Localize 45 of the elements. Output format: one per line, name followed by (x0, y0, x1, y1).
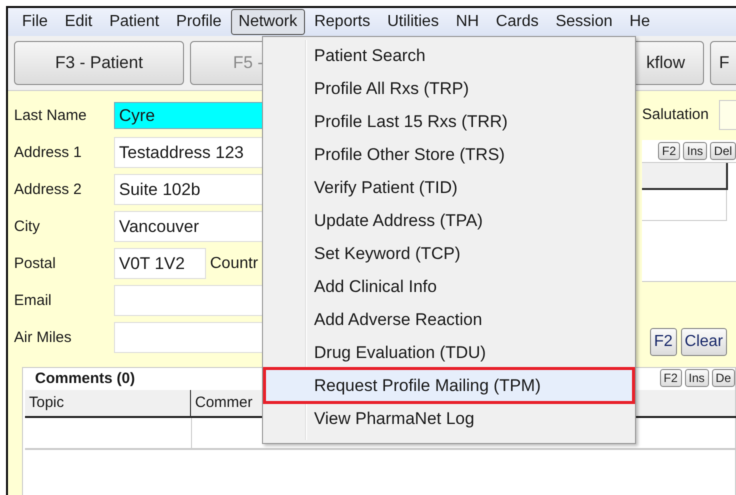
field-label: Salutation (642, 106, 709, 123)
menu-bar-item[interactable]: He (622, 9, 658, 35)
small-button[interactable]: Del (710, 142, 736, 160)
menu-item[interactable]: Update Address (TPA) (266, 205, 632, 236)
menu-bar-item[interactable]: Utilities (379, 9, 447, 35)
field-label: Air Miles (14, 329, 73, 346)
field-label: Address 2 (14, 181, 83, 198)
input-field[interactable]: V0T 1V2 (114, 248, 206, 279)
menu-bar-item[interactable]: NH (448, 9, 487, 35)
menu-item[interactable]: Patient Search (266, 40, 632, 71)
menu-bar-item[interactable]: File (14, 9, 56, 35)
small-button[interactable]: Ins (684, 369, 709, 387)
lookup-button[interactable]: Clear (680, 328, 727, 356)
menu-bar-item[interactable]: Session (548, 9, 621, 35)
toolbar-button[interactable]: F3 - Patient (14, 41, 184, 85)
menu-bar-item[interactable]: Cards (488, 9, 547, 35)
menu-bar-item[interactable]: Edit (56, 9, 100, 35)
comments-title: Comments (0) (35, 370, 136, 386)
menu-bar-item[interactable]: Profile (168, 9, 230, 35)
small-button[interactable]: F2 (658, 142, 680, 160)
small-button[interactable]: De (712, 369, 735, 387)
menu-item[interactable]: Set Keyword (TCP) (266, 238, 632, 269)
small-button[interactable]: Ins (683, 142, 708, 160)
menu-item[interactable]: Profile Last 15 Rxs (TRR) (266, 106, 632, 137)
field-label: City (14, 218, 41, 235)
toolbar-button[interactable]: F (710, 41, 736, 85)
menu-item[interactable]: View PharmaNet Log (266, 403, 632, 434)
menu-bar-item[interactable]: Reports (306, 9, 378, 35)
menu-item[interactable]: Add Adverse Reaction (266, 304, 632, 335)
menu-bar-item[interactable]: Network (230, 9, 306, 35)
field-label: Postal (14, 255, 57, 272)
field-label: Email (14, 292, 53, 309)
menu-item[interactable]: Drug Evaluation (TDU) (266, 337, 632, 368)
lookup-button[interactable]: F2 (650, 328, 677, 356)
menu-item[interactable]: Add Clinical Info (266, 271, 632, 302)
menu-bar-item[interactable]: Patient (101, 9, 168, 35)
column-header[interactable]: Topic (25, 390, 191, 418)
menu-item[interactable]: Profile Other Store (TRS) (266, 139, 632, 170)
field-label: Countr (210, 254, 258, 272)
menu-item[interactable]: Profile All Rxs (TRP) (266, 73, 632, 104)
small-button[interactable]: F2 (660, 369, 682, 387)
menu-item[interactable]: Verify Patient (TID) (266, 172, 632, 203)
field-label: Last Name (14, 107, 88, 124)
menu-item[interactable]: Request Profile Mailing (TPM) (266, 370, 632, 401)
field-label: Address 1 (14, 144, 83, 161)
